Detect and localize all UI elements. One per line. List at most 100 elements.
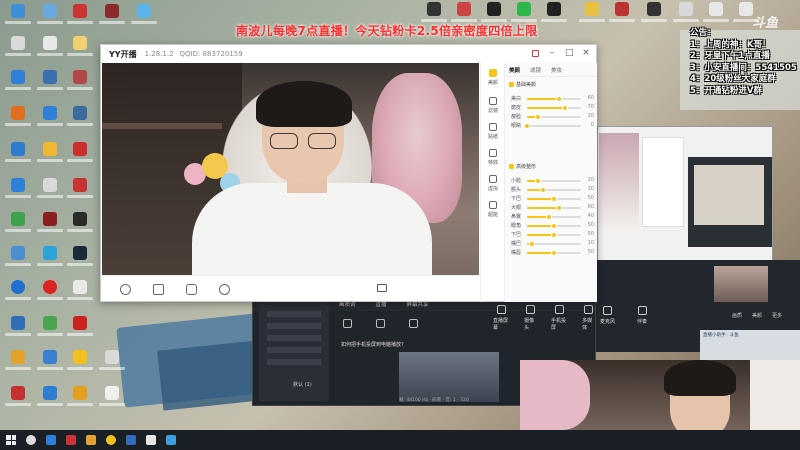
tool-help-link[interactable]: 如何把手机投屏到电脑播放？ bbox=[341, 341, 406, 348]
slider-thumb[interactable] bbox=[556, 205, 563, 211]
tool-button[interactable]: 手机投屏 bbox=[551, 305, 568, 331]
beauty-button[interactable]: 美颜 bbox=[752, 312, 762, 319]
desktop-icon[interactable] bbox=[36, 178, 64, 208]
maximize-button[interactable]: □ bbox=[565, 49, 574, 58]
quality-button[interactable]: 画质 bbox=[732, 312, 742, 319]
slider-thumb[interactable] bbox=[534, 114, 541, 120]
taskbar-app-icon[interactable] bbox=[106, 435, 116, 445]
desktop-icon[interactable] bbox=[4, 36, 32, 66]
slider-thumb[interactable] bbox=[545, 214, 552, 220]
desktop-icon[interactable] bbox=[4, 246, 32, 276]
tab-filter[interactable]: 滤镜 bbox=[483, 97, 503, 114]
settings-icon[interactable] bbox=[219, 284, 230, 295]
more-button[interactable]: 更多 bbox=[772, 312, 782, 319]
desktop-icon[interactable] bbox=[36, 316, 64, 346]
fullscreen-icon[interactable] bbox=[153, 284, 164, 295]
tool-button[interactable]: 摄像头 bbox=[524, 305, 537, 331]
taskbar-app-icon[interactable] bbox=[166, 435, 176, 445]
desktop-icon[interactable] bbox=[66, 142, 94, 172]
desktop-icon[interactable] bbox=[4, 212, 32, 242]
desktop-icon[interactable] bbox=[36, 386, 64, 416]
camera-icon[interactable] bbox=[376, 319, 385, 328]
slider-thumb[interactable] bbox=[540, 187, 547, 193]
share-icon[interactable] bbox=[409, 319, 418, 328]
minimize-button[interactable]: – bbox=[548, 49, 556, 58]
desktop-icon[interactable] bbox=[66, 178, 94, 208]
panel-tab-beauty[interactable]: 美颜 bbox=[509, 66, 520, 74]
desktop-icon[interactable] bbox=[36, 36, 64, 66]
desktop-icon[interactable] bbox=[98, 350, 126, 380]
desktop-icon[interactable] bbox=[66, 316, 94, 346]
tool-button[interactable]: 麦克风 bbox=[600, 306, 615, 325]
slider-track[interactable] bbox=[527, 243, 581, 245]
desktop-icon[interactable] bbox=[66, 70, 94, 100]
desktop-icon[interactable] bbox=[36, 106, 64, 136]
tab-super[interactable]: 超能 bbox=[483, 201, 503, 218]
tab-beauty[interactable]: 美颜 bbox=[483, 69, 503, 86]
desktop-icon[interactable] bbox=[4, 386, 32, 416]
desktop-icon[interactable] bbox=[608, 2, 636, 32]
desktop-icon[interactable] bbox=[66, 386, 94, 416]
panel-tab-filter[interactable]: 滤镜 bbox=[530, 66, 541, 74]
panel-tab-makeup[interactable]: 美妆 bbox=[551, 66, 562, 74]
desktop-icon[interactable] bbox=[98, 4, 126, 34]
desktop-icon[interactable] bbox=[66, 4, 94, 34]
desktop-icon[interactable] bbox=[66, 106, 94, 136]
basic-beauty-section[interactable]: 基础美颜 bbox=[509, 81, 536, 88]
desktop-icon[interactable] bbox=[36, 142, 64, 172]
camera-switch-icon[interactable] bbox=[377, 284, 387, 292]
screen-icon[interactable] bbox=[343, 319, 352, 328]
desktop-icon[interactable] bbox=[4, 106, 32, 136]
slider-thumb[interactable] bbox=[551, 196, 557, 202]
taskbar-app-icon[interactable] bbox=[66, 435, 76, 445]
desktop-icon[interactable] bbox=[4, 280, 32, 310]
desktop-icon[interactable] bbox=[4, 4, 32, 34]
taskbar-app-icon[interactable] bbox=[46, 435, 56, 445]
desktop-icon[interactable] bbox=[66, 246, 94, 276]
slider-track[interactable] bbox=[527, 125, 581, 127]
desktop-icon[interactable] bbox=[36, 246, 64, 276]
desktop-icon[interactable] bbox=[66, 350, 94, 380]
desktop-icon[interactable] bbox=[4, 70, 32, 100]
tool-button[interactable]: 多媒体 bbox=[582, 305, 595, 331]
start-icon[interactable] bbox=[6, 435, 16, 445]
tab-effect[interactable]: 特效 bbox=[483, 149, 503, 166]
desktop-icon[interactable] bbox=[640, 2, 668, 32]
desktop-icon[interactable] bbox=[36, 70, 64, 100]
desktop-icon[interactable] bbox=[66, 36, 94, 66]
desktop-icon[interactable] bbox=[36, 4, 64, 34]
desktop-icon[interactable] bbox=[66, 212, 94, 242]
slider-thumb[interactable] bbox=[529, 241, 536, 247]
taskbar-app-icon[interactable] bbox=[146, 435, 156, 445]
desktop-icon[interactable] bbox=[4, 142, 32, 172]
desktop-icon[interactable] bbox=[4, 178, 32, 208]
mail-icon[interactable] bbox=[532, 50, 539, 57]
slider-thumb[interactable] bbox=[524, 123, 530, 129]
advanced-shape-section[interactable]: 高级整形 bbox=[509, 163, 536, 170]
slider-thumb[interactable] bbox=[551, 250, 557, 256]
desktop-icon[interactable] bbox=[66, 280, 94, 310]
slider-thumb[interactable] bbox=[534, 178, 541, 184]
desktop-icon[interactable] bbox=[4, 350, 32, 380]
desktop-icon[interactable] bbox=[4, 316, 32, 346]
desktop-icon[interactable] bbox=[578, 2, 606, 32]
close-button[interactable]: × bbox=[582, 49, 590, 58]
desktop-icon[interactable] bbox=[36, 350, 64, 380]
desktop-icon[interactable] bbox=[540, 2, 568, 32]
tab-virtual[interactable]: 虚拟 bbox=[483, 175, 503, 192]
slider-thumb[interactable] bbox=[551, 223, 557, 229]
desktop-icon[interactable] bbox=[36, 280, 64, 310]
play-icon[interactable] bbox=[186, 284, 197, 295]
desktop-icon[interactable] bbox=[36, 212, 64, 242]
desktop-icon[interactable] bbox=[98, 386, 126, 416]
taskbar-app-icon[interactable] bbox=[126, 435, 136, 445]
tool-button[interactable]: 伴奏 bbox=[637, 306, 647, 325]
search-icon[interactable] bbox=[26, 435, 36, 445]
desktop-icon[interactable] bbox=[130, 4, 158, 34]
slider-thumb[interactable] bbox=[551, 232, 557, 238]
camera-settings-icon[interactable] bbox=[120, 284, 131, 295]
tab-sticker[interactable]: 贴纸 bbox=[483, 123, 503, 140]
tool-button[interactable]: 直播屏幕 bbox=[493, 305, 510, 331]
slider-thumb[interactable] bbox=[561, 105, 568, 111]
slider-thumb[interactable] bbox=[556, 96, 563, 102]
